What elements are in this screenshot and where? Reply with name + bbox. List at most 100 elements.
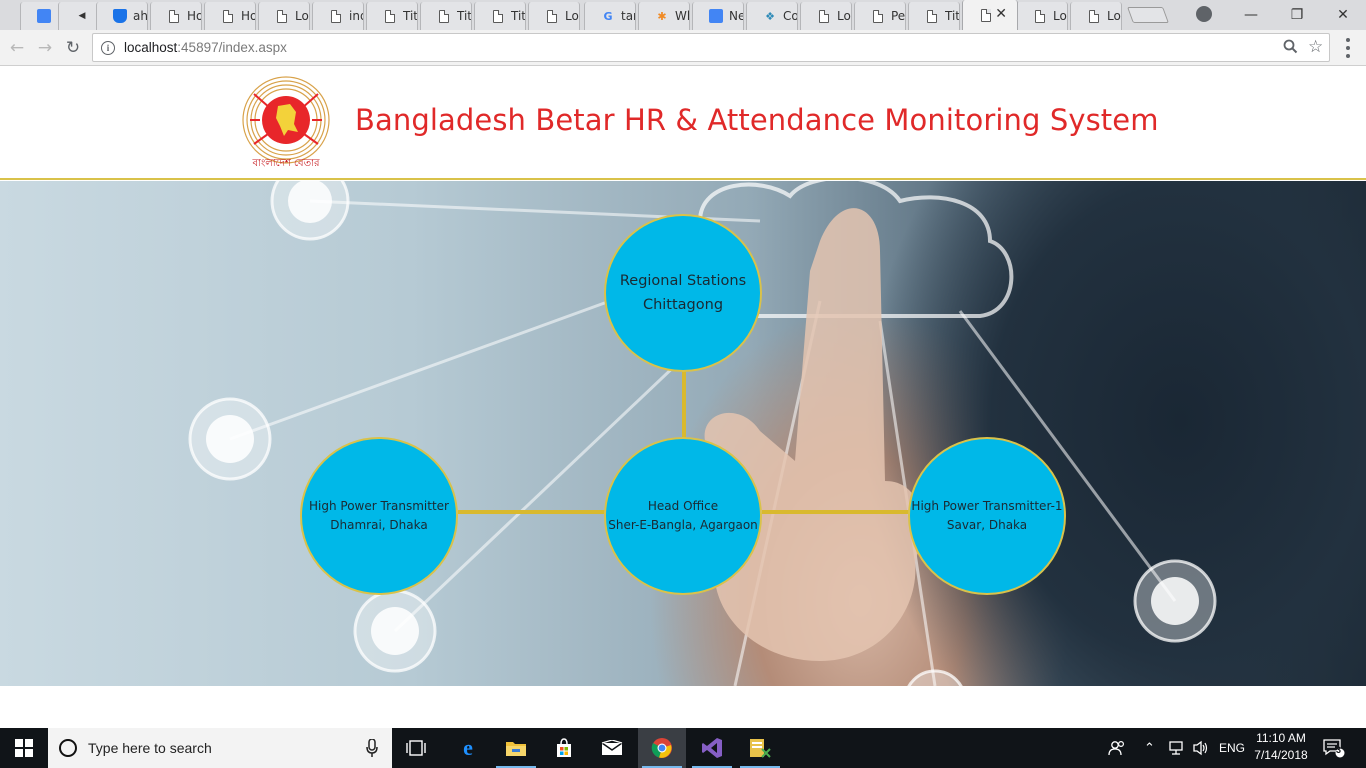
page-icon (871, 9, 885, 23)
page-icon (329, 9, 343, 23)
site-info-icon[interactable]: i (101, 40, 115, 55)
people-icon[interactable] (1108, 728, 1126, 768)
url-text[interactable]: localhost:45897/index.aspx (124, 40, 287, 55)
browser-tab-label: Log (1107, 9, 1121, 23)
browser-tab-label: Titl (945, 9, 959, 23)
reload-icon[interactable]: ↻ (62, 37, 84, 59)
browser-tab-label: Log (295, 9, 309, 23)
zoom-search-icon[interactable] (1283, 39, 1298, 58)
clock-time: 11:10 AM (1256, 731, 1306, 745)
browser-tab-label: ind (349, 9, 363, 23)
microphone-icon[interactable] (366, 738, 378, 761)
restore-button[interactable]: ❐ (1274, 0, 1320, 30)
windows-logo-icon (15, 739, 33, 757)
chrome-menu-icon[interactable] (1340, 38, 1356, 58)
page-icon (545, 9, 559, 23)
address-bar[interactable]: i localhost:45897/index.aspx ☆ (92, 33, 1330, 62)
connector-left (458, 510, 606, 514)
start-button[interactable] (0, 728, 48, 768)
taskbar-search-box[interactable]: Type here to search (48, 728, 392, 768)
account-icon[interactable] (1196, 6, 1212, 22)
browser-tab[interactable]: Ho (204, 2, 256, 30)
notification-count: 3 (1336, 745, 1342, 755)
file-explorer-icon[interactable] (492, 728, 540, 768)
node-center-line1: Head Office (647, 499, 719, 513)
clock[interactable]: 11:10 AM 7/14/2018 (1248, 730, 1314, 764)
url-host: localhost (124, 40, 178, 55)
sql-tools-icon[interactable] (736, 728, 784, 768)
browser-tab[interactable]: Ho (150, 2, 202, 30)
hero-banner: Regional Stations Chittagong Head Office… (0, 181, 1366, 686)
google-translate-icon (37, 9, 51, 23)
page-icon (925, 9, 939, 23)
svg-text:বাংলাদেশ বেতার: বাংলাদেশ বেতার (251, 158, 320, 169)
chrome-icon[interactable] (638, 728, 686, 768)
forward-arrow-icon[interactable]: → (34, 37, 56, 59)
browser-tab[interactable]: Titl (366, 2, 418, 30)
close-window-button[interactable]: ✕ (1320, 0, 1366, 30)
shield-icon (113, 9, 127, 23)
network-icon[interactable] (1168, 728, 1186, 768)
browser-tab[interactable]: ❖ Co (746, 2, 798, 30)
puzzle-icon: ❖ (765, 9, 775, 23)
browser-tab-label: Wh (675, 9, 689, 23)
browser-tab[interactable]: Gtar (584, 2, 636, 30)
task-view-icon[interactable] (392, 728, 440, 768)
action-center-icon[interactable]: 3 (1323, 728, 1347, 768)
node-right-line2: Savar, Dhaka (946, 518, 1028, 532)
store-icon[interactable] (540, 728, 588, 768)
page-icon (437, 9, 451, 23)
visual-studio-icon[interactable] (688, 728, 736, 768)
page-icon (221, 9, 235, 23)
browser-tab[interactable]: Log (800, 2, 852, 30)
browser-tab[interactable]: ahi (96, 2, 148, 30)
page-icon (491, 9, 505, 23)
browser-tab-label: Log (1053, 9, 1067, 23)
volume-icon[interactable] (1192, 728, 1210, 768)
node-center-line2: Sher-E-Bangla, Agargaon (608, 518, 758, 532)
language-indicator[interactable]: ENG (1219, 728, 1245, 768)
page-icon (817, 9, 831, 23)
page-icon (275, 9, 289, 23)
minimize-button[interactable]: — (1228, 0, 1274, 30)
browser-tab[interactable]: ind (312, 2, 364, 30)
browser-tab[interactable]: Log (528, 2, 580, 30)
node-top-line2: Chittagong (642, 297, 724, 313)
url-path: :45897/index.aspx (177, 40, 287, 55)
browser-tab[interactable]: Titl (908, 2, 960, 30)
browser-tab[interactable]: Log (1016, 2, 1068, 30)
browser-tab[interactable]: Ne (692, 2, 744, 30)
page-icon (383, 9, 397, 23)
mail-icon[interactable] (588, 728, 636, 768)
site-title: Bangladesh Betar HR & Attendance Monitor… (355, 103, 1159, 137)
browser-tab[interactable]: Titl (420, 2, 472, 30)
new-tab-button[interactable] (1127, 7, 1169, 23)
speaker-icon: ◀ (78, 11, 86, 21)
browser-tab[interactable]: Log (258, 2, 310, 30)
browser-tab-label: Log (837, 9, 851, 23)
browser-tab[interactable]: Per (854, 2, 906, 30)
node-top-line1: Regional Stations (619, 273, 747, 289)
browser-tab[interactable]: ✕ (962, 0, 1018, 30)
show-hidden-icons-icon[interactable]: ⌃ (1144, 728, 1155, 768)
page-icon (979, 8, 993, 22)
page-icon (1087, 9, 1101, 23)
back-arrow-icon[interactable]: ← (6, 37, 28, 59)
browser-tab[interactable]: ✱ Wh (638, 2, 690, 30)
node-head-office[interactable]: Head Office Sher-E-Bangla, Agargaon (604, 437, 762, 595)
node-transmitter-dhamrai[interactable]: High Power Transmitter Dhamrai, Dhaka (300, 437, 458, 595)
node-regional-stations[interactable]: Regional Stations Chittagong (604, 214, 762, 372)
close-tab-icon[interactable]: ✕ (995, 6, 1007, 22)
node-transmitter-savar[interactable]: High Power Transmitter-1 Savar, Dhaka (908, 437, 1066, 595)
cortana-icon (59, 739, 77, 757)
edge-icon[interactable]: e (444, 728, 492, 768)
bookmark-star-icon[interactable]: ☆ (1308, 37, 1323, 57)
browser-tab-label: Per (891, 9, 905, 23)
search-placeholder: Type here to search (88, 740, 212, 756)
browser-tab-label: Ne (729, 9, 743, 23)
browser-tab-label: Titl (511, 9, 525, 23)
google-icon: G (603, 9, 613, 23)
browser-tab[interactable]: Log (1070, 2, 1122, 30)
clock-date: 7/14/2018 (1254, 748, 1308, 762)
browser-tab[interactable]: Titl (474, 2, 526, 30)
